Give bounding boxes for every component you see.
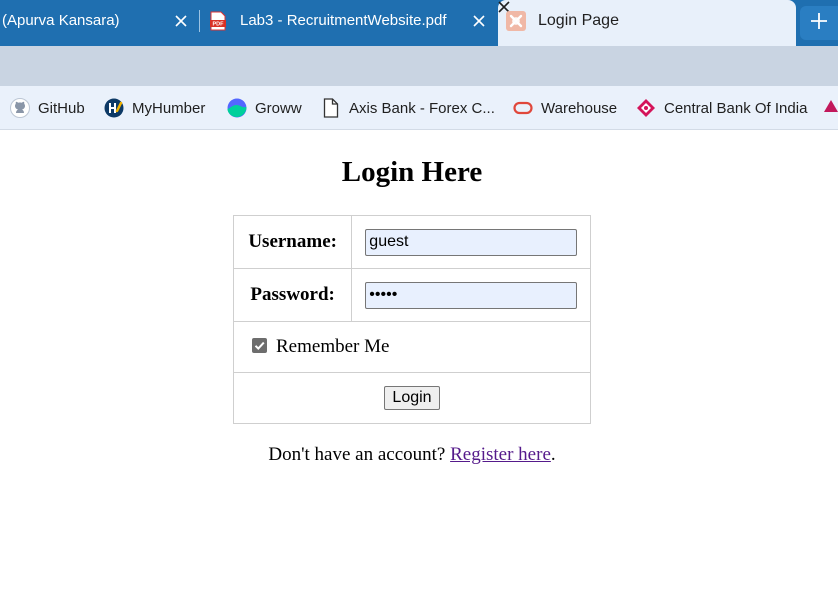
close-icon[interactable]: [171, 11, 191, 31]
button-cell: Login: [233, 372, 591, 424]
register-prefix: Don't have an account?: [268, 444, 451, 465]
new-tab-button[interactable]: [800, 6, 838, 40]
bookmark-label: MyHumber: [132, 99, 206, 117]
tab-title: Lab3 - RecruitmentWebsite.pdf: [240, 12, 447, 29]
remember-me-label: Remember Me: [276, 336, 390, 357]
tab-apurva-kansara[interactable]: (Apurva Kansara): [0, 0, 198, 42]
bookmark-label: Axis Bank - Forex C...: [349, 99, 495, 117]
pdf-icon: PDF: [208, 11, 228, 35]
login-button[interactable]: Login: [384, 386, 440, 410]
username-label: Username:: [232, 215, 353, 269]
bookmark-axis-bank[interactable]: Axis Bank - Forex C...: [321, 86, 495, 130]
register-prompt: Don't have an account? Register here.: [0, 444, 824, 466]
close-icon[interactable]: [469, 11, 489, 31]
page-title: Login Here: [341, 156, 483, 188]
bookmark-myhumber[interactable]: MyHumber: [104, 86, 205, 130]
password-cell: [351, 268, 591, 322]
plus-icon: [810, 12, 828, 35]
username-cell: [351, 215, 591, 269]
xampp-icon: [506, 11, 526, 36]
bookmark-central-bank[interactable]: Central Bank Of India: [636, 86, 807, 130]
register-link[interactable]: Register here: [450, 444, 551, 465]
login-form-table: Username: Password: Remember Me Login: [232, 215, 591, 424]
bookmark-label: Central Bank Of India: [664, 99, 808, 117]
tab-strip: (Apurva Kansara) PDF Lab3 - RecruitmentW…: [0, 0, 838, 46]
central-bank-icon: [636, 98, 656, 118]
bookmark-groww[interactable]: Groww: [227, 86, 302, 130]
bookmark-label: GitHub: [38, 99, 85, 117]
myhumber-icon: [104, 98, 124, 118]
bookmark-overflow[interactable]: [824, 86, 838, 130]
bookmark-github[interactable]: GitHub: [10, 86, 85, 130]
password-label: Password:: [232, 268, 353, 322]
bookmark-label: Groww: [255, 99, 302, 117]
tab-title: Login Page: [538, 12, 619, 29]
partial-bookmark-icon: [824, 98, 838, 118]
password-input[interactable]: [365, 281, 578, 309]
bookmarks-bar: GitHub MyHumber Groww Axis Bank - Forex …: [0, 86, 838, 130]
tab-lab3-pdf[interactable]: PDF Lab3 - RecruitmentWebsite.pdf: [200, 0, 496, 42]
document-icon: [321, 98, 341, 118]
login-page: Login Here Username: Password: Remember …: [0, 131, 838, 606]
username-input[interactable]: [365, 228, 578, 256]
groww-icon: [227, 98, 247, 118]
register-suffix: .: [550, 444, 556, 465]
tab-login-page[interactable]: Login Page: [498, 0, 796, 46]
remember-cell: Remember Me: [233, 321, 591, 373]
remember-me-checkbox[interactable]: [252, 338, 267, 353]
github-icon: [10, 98, 30, 118]
bookmark-label: Warehouse: [541, 99, 618, 117]
oracle-icon: [513, 98, 533, 118]
tab-title: (Apurva Kansara): [2, 12, 120, 29]
svg-text:PDF: PDF: [213, 22, 225, 28]
bookmark-warehouse[interactable]: Warehouse: [513, 86, 617, 130]
address-toolbar: [0, 46, 838, 86]
